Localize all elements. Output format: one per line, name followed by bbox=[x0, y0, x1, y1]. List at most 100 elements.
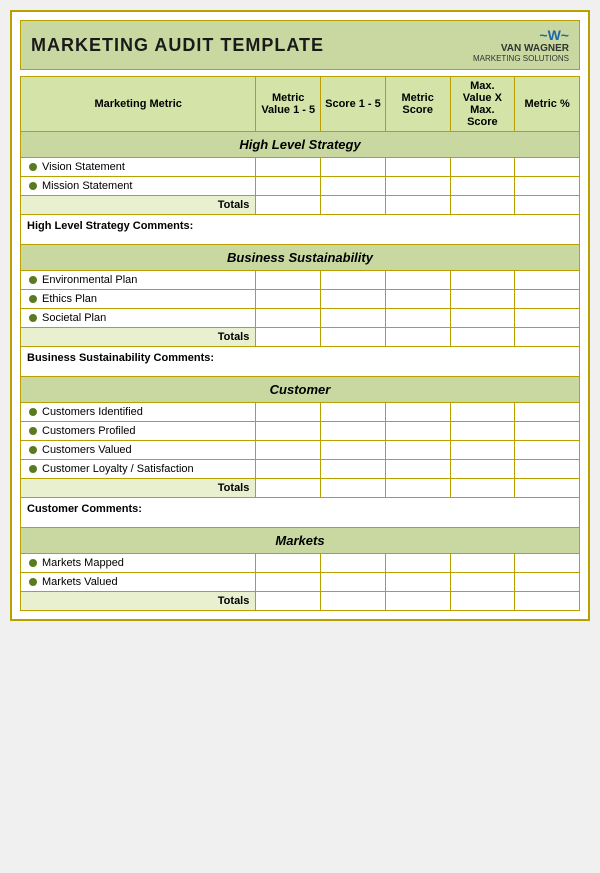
totals-label-high-level-strategy: Totals bbox=[21, 196, 256, 215]
totals-label-customer: Totals bbox=[21, 479, 256, 498]
input-cell-customer-1-2[interactable] bbox=[385, 422, 450, 441]
totals-cell-customer-3 bbox=[450, 479, 515, 498]
input-cell-high-level-strategy-0-4[interactable] bbox=[515, 158, 580, 177]
input-cell-business-sustainability-1-2[interactable] bbox=[385, 290, 450, 309]
input-cell-customer-0-4[interactable] bbox=[515, 403, 580, 422]
logo-wave: ~W~ bbox=[539, 27, 569, 43]
totals-row-markets: Totals bbox=[21, 592, 580, 611]
comments-label-high-level-strategy: High Level Strategy Comments: bbox=[21, 215, 580, 245]
input-cell-high-level-strategy-0-1[interactable] bbox=[321, 158, 386, 177]
input-cell-customer-1-1[interactable] bbox=[321, 422, 386, 441]
input-cell-markets-1-3[interactable] bbox=[450, 573, 515, 592]
input-cell-high-level-strategy-1-2[interactable] bbox=[385, 177, 450, 196]
bullet-icon bbox=[29, 182, 37, 190]
input-cell-customer-2-0[interactable] bbox=[256, 441, 321, 460]
input-cell-customer-1-0[interactable] bbox=[256, 422, 321, 441]
input-cell-markets-0-3[interactable] bbox=[450, 554, 515, 573]
bullet-icon bbox=[29, 559, 37, 567]
table-row: Vision Statement bbox=[21, 158, 580, 177]
input-cell-markets-1-2[interactable] bbox=[385, 573, 450, 592]
totals-row-business-sustainability: Totals bbox=[21, 328, 580, 347]
input-cell-customer-0-1[interactable] bbox=[321, 403, 386, 422]
input-cell-business-sustainability-0-0[interactable] bbox=[256, 271, 321, 290]
input-cell-high-level-strategy-1-1[interactable] bbox=[321, 177, 386, 196]
input-cell-business-sustainability-1-1[interactable] bbox=[321, 290, 386, 309]
section-title-markets: Markets bbox=[21, 528, 580, 554]
input-cell-customer-2-2[interactable] bbox=[385, 441, 450, 460]
input-cell-business-sustainability-2-2[interactable] bbox=[385, 309, 450, 328]
comments-label-business-sustainability: Business Sustainability Comments: bbox=[21, 347, 580, 377]
totals-cell-high-level-strategy-2 bbox=[385, 196, 450, 215]
input-cell-customer-3-2[interactable] bbox=[385, 460, 450, 479]
table-row: Markets Valued bbox=[21, 573, 580, 592]
input-cell-high-level-strategy-1-3[interactable] bbox=[450, 177, 515, 196]
col-header-score: Score 1 - 5 bbox=[321, 77, 386, 132]
input-cell-markets-1-4[interactable] bbox=[515, 573, 580, 592]
input-cell-markets-1-1[interactable] bbox=[321, 573, 386, 592]
input-cell-business-sustainability-2-3[interactable] bbox=[450, 309, 515, 328]
table-row: Environmental Plan bbox=[21, 271, 580, 290]
totals-cell-high-level-strategy-4 bbox=[515, 196, 580, 215]
input-cell-high-level-strategy-0-2[interactable] bbox=[385, 158, 450, 177]
table-row: Mission Statement bbox=[21, 177, 580, 196]
input-cell-business-sustainability-1-0[interactable] bbox=[256, 290, 321, 309]
input-cell-business-sustainability-2-4[interactable] bbox=[515, 309, 580, 328]
totals-cell-markets-2 bbox=[385, 592, 450, 611]
input-cell-business-sustainability-0-1[interactable] bbox=[321, 271, 386, 290]
input-cell-customer-0-0[interactable] bbox=[256, 403, 321, 422]
totals-cell-business-sustainability-3 bbox=[450, 328, 515, 347]
input-cell-business-sustainability-1-4[interactable] bbox=[515, 290, 580, 309]
item-label-business-sustainability-2: Societal Plan bbox=[21, 309, 256, 328]
input-cell-customer-2-4[interactable] bbox=[515, 441, 580, 460]
input-cell-customer-2-3[interactable] bbox=[450, 441, 515, 460]
input-cell-business-sustainability-2-0[interactable] bbox=[256, 309, 321, 328]
input-cell-markets-0-4[interactable] bbox=[515, 554, 580, 573]
input-cell-markets-0-0[interactable] bbox=[256, 554, 321, 573]
input-cell-business-sustainability-1-3[interactable] bbox=[450, 290, 515, 309]
input-cell-high-level-strategy-1-0[interactable] bbox=[256, 177, 321, 196]
col-header-metric-pct: Metric % bbox=[515, 77, 580, 132]
input-cell-customer-2-1[interactable] bbox=[321, 441, 386, 460]
input-cell-customer-3-1[interactable] bbox=[321, 460, 386, 479]
bullet-icon bbox=[29, 276, 37, 284]
bullet-icon bbox=[29, 578, 37, 586]
totals-label-markets: Totals bbox=[21, 592, 256, 611]
input-cell-high-level-strategy-1-4[interactable] bbox=[515, 177, 580, 196]
item-label-customer-2: Customers Valued bbox=[21, 441, 256, 460]
input-cell-business-sustainability-0-4[interactable] bbox=[515, 271, 580, 290]
section-title-customer: Customer bbox=[21, 377, 580, 403]
item-label-customer-3: Customer Loyalty / Satisfaction bbox=[21, 460, 256, 479]
col-header-metric-score: Metric Score bbox=[385, 77, 450, 132]
input-cell-business-sustainability-0-2[interactable] bbox=[385, 271, 450, 290]
totals-cell-customer-4 bbox=[515, 479, 580, 498]
totals-cell-business-sustainability-2 bbox=[385, 328, 450, 347]
bullet-icon bbox=[29, 427, 37, 435]
input-cell-markets-1-0[interactable] bbox=[256, 573, 321, 592]
input-cell-business-sustainability-2-1[interactable] bbox=[321, 309, 386, 328]
item-label-high-level-strategy-1: Mission Statement bbox=[21, 177, 256, 196]
input-cell-customer-0-2[interactable] bbox=[385, 403, 450, 422]
input-cell-business-sustainability-0-3[interactable] bbox=[450, 271, 515, 290]
bullet-icon bbox=[29, 446, 37, 454]
input-cell-customer-0-3[interactable] bbox=[450, 403, 515, 422]
input-cell-customer-3-3[interactable] bbox=[450, 460, 515, 479]
input-cell-customer-3-0[interactable] bbox=[256, 460, 321, 479]
input-cell-customer-1-4[interactable] bbox=[515, 422, 580, 441]
page-header: MARKETING AUDIT TEMPLATE ~W~ VAN WAGNER … bbox=[20, 20, 580, 70]
input-cell-customer-1-3[interactable] bbox=[450, 422, 515, 441]
input-cell-markets-0-1[interactable] bbox=[321, 554, 386, 573]
totals-cell-business-sustainability-0 bbox=[256, 328, 321, 347]
totals-label-business-sustainability: Totals bbox=[21, 328, 256, 347]
section-header-customer: Customer bbox=[21, 377, 580, 403]
totals-cell-business-sustainability-1 bbox=[321, 328, 386, 347]
input-cell-high-level-strategy-0-3[interactable] bbox=[450, 158, 515, 177]
item-label-customer-1: Customers Profiled bbox=[21, 422, 256, 441]
totals-cell-high-level-strategy-1 bbox=[321, 196, 386, 215]
input-cell-markets-0-2[interactable] bbox=[385, 554, 450, 573]
totals-cell-customer-2 bbox=[385, 479, 450, 498]
bullet-icon bbox=[29, 465, 37, 473]
input-cell-high-level-strategy-0-0[interactable] bbox=[256, 158, 321, 177]
section-header-high-level-strategy: High Level Strategy bbox=[21, 132, 580, 158]
input-cell-customer-3-4[interactable] bbox=[515, 460, 580, 479]
table-row: Customers Identified bbox=[21, 403, 580, 422]
